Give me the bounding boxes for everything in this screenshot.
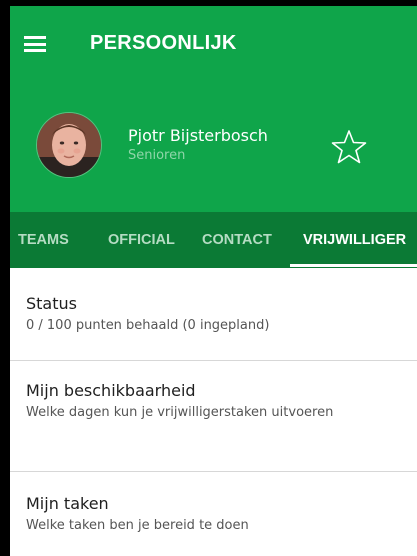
favorite-star-icon[interactable] [330, 128, 368, 166]
tab-contact[interactable]: CONTACT [202, 212, 272, 268]
hamburger-menu-icon[interactable] [24, 36, 46, 52]
list-item-status[interactable]: Status 0 / 100 punten behaald (0 ingepla… [10, 268, 417, 360]
phone-frame: Vrijwillig PERSOONLIJK [0, 0, 417, 556]
list-item-title: Mijn taken [26, 494, 109, 513]
tab-teams[interactable]: TEAMS [18, 212, 69, 268]
page-title: PERSOONLIJK [90, 32, 237, 54]
active-tab-indicator [290, 264, 417, 267]
tab-vrijwilliger[interactable]: VRIJWILLIGER [303, 212, 406, 268]
avatar [36, 112, 102, 178]
list-item-subtitle: Welke dagen kun je vrijwilligerstaken ui… [26, 405, 334, 420]
list-item-title: Mijn beschikbaarheid [26, 381, 196, 400]
profile-name: Pjotr Bijsterbosch [128, 126, 268, 145]
tab-official[interactable]: OFFICIAL [108, 212, 175, 268]
list-item-taken[interactable]: Mijn taken Welke taken ben je bereid te … [10, 472, 417, 556]
list-item-title: Status [26, 294, 77, 313]
app-screen: PERSOONLIJK Pjotr Bijsterbosch Senioren [10, 6, 417, 556]
list-item-subtitle: 0 / 100 punten behaald (0 ingepland) [26, 318, 270, 333]
app-header: PERSOONLIJK Pjotr Bijsterbosch Senioren [10, 6, 417, 212]
list-item-subtitle: Welke taken ben je bereid te doen [26, 518, 249, 533]
list-item-beschikbaarheid[interactable]: Mijn beschikbaarheid Welke dagen kun je … [10, 361, 417, 471]
tab-bar: TEAMS OFFICIAL CONTACT VRIJWILLIGER [10, 212, 417, 268]
profile-team: Senioren [128, 148, 186, 163]
